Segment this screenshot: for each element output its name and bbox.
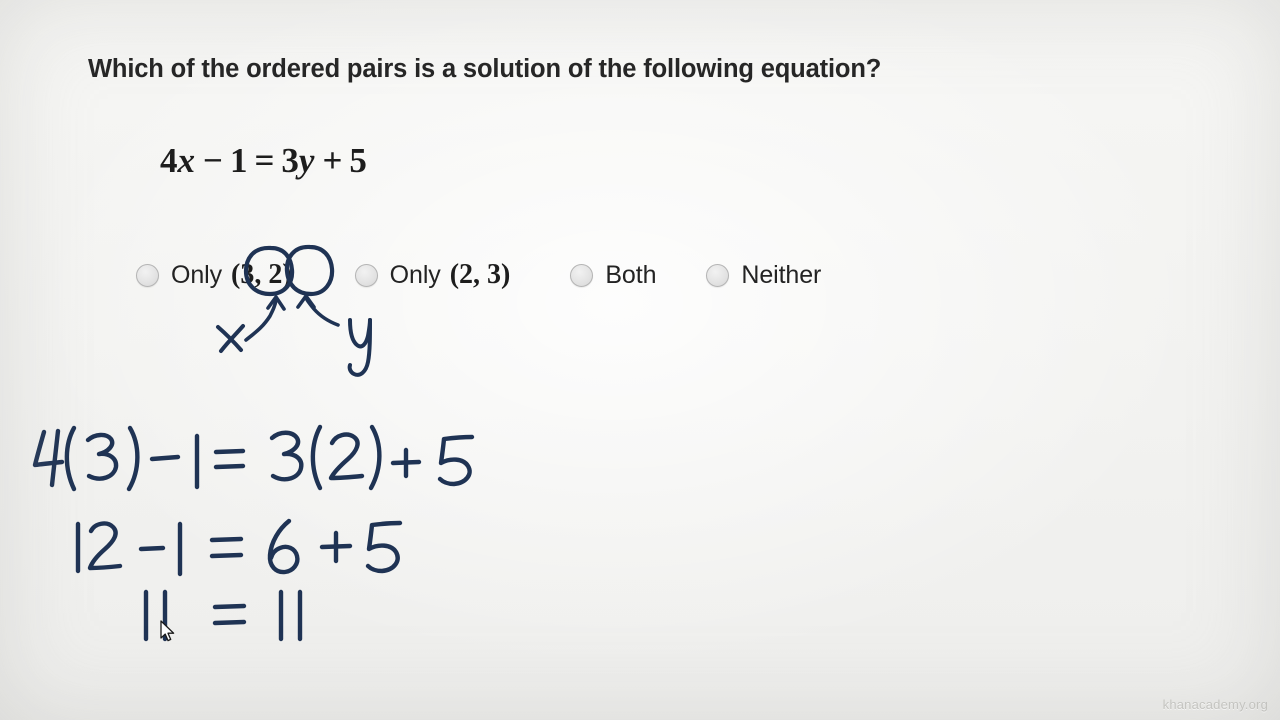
whiteboard-canvas: Which of the ordered pairs is a solution…: [0, 0, 1280, 720]
choice-label-both: Both: [605, 260, 657, 289]
work-line-1: [32, 424, 475, 492]
question-title: Which of the ordered pairs is a solution…: [88, 55, 882, 83]
arrow-x-to-3-head: [266, 295, 286, 311]
equation-plus-sign: +: [322, 141, 343, 180]
radio-button-only-2-3[interactable]: [354, 263, 378, 287]
equation-rhs-coefficient: 3: [281, 141, 299, 180]
choice-neither[interactable]: Neither: [706, 255, 821, 295]
watermark: khanacademy.org: [1162, 697, 1268, 712]
choice-both[interactable]: Both: [570, 255, 656, 295]
choice-only-2-3[interactable]: Only (2, 3): [354, 255, 511, 295]
arrow-y-to-2: [304, 296, 340, 327]
ink-annotation-layer: [0, 0, 1280, 720]
choice-math-only-2-3: (2, 3): [449, 259, 511, 290]
choice-only-3-2[interactable]: Only (3, 2): [136, 255, 292, 295]
equation-equals-sign: =: [254, 141, 275, 180]
choice-label-only-3-2: Only: [171, 260, 223, 289]
radio-button-both[interactable]: [570, 263, 594, 287]
equation-minus-sign: −: [203, 141, 223, 180]
handwritten-x-label: [216, 324, 245, 353]
equation: 4x −1 = 3y +5: [160, 141, 367, 181]
equation-lhs-constant: 1: [229, 141, 248, 180]
radio-button-neither[interactable]: [706, 263, 730, 287]
choice-label-neither: Neither: [741, 260, 822, 289]
arrow-x-to-3: [244, 298, 278, 342]
work-line-3: [143, 589, 303, 642]
equation-lhs-variable: x: [177, 141, 196, 180]
equation-rhs-variable: y: [298, 141, 315, 180]
handwritten-y-label: [347, 318, 372, 377]
choice-label-only-2-3: Only: [389, 260, 441, 289]
work-line-2: [75, 518, 403, 577]
equation-rhs-constant: 5: [349, 141, 367, 180]
mouse-cursor: [160, 620, 176, 643]
radio-button-only-3-2[interactable]: [136, 263, 159, 287]
choice-math-only-3-2: (3, 2): [231, 259, 292, 290]
answer-choices: Only (3, 2) Only (2, 3) Both Neither: [136, 255, 821, 295]
equation-lhs-coefficient: 4: [160, 141, 178, 180]
arrow-y-to-2-head: [296, 294, 316, 309]
